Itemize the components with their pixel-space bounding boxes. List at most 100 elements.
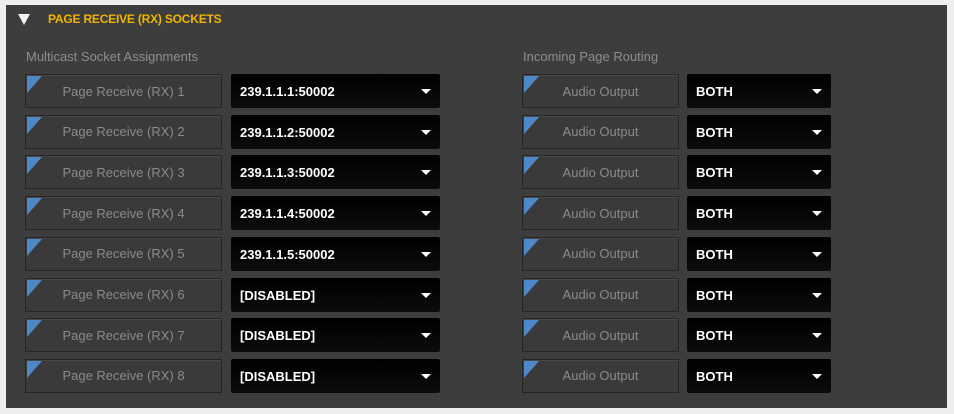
section-header[interactable]: PAGE RECEIVE (RX) SOCKETS (6, 5, 947, 33)
audio-output-label-text: Audio Output (562, 164, 639, 180)
chevron-down-icon[interactable] (812, 170, 822, 176)
routing-mode-select-value: BOTH (696, 124, 733, 140)
rx-socket-label: Page Receive (RX) 4 (25, 196, 222, 231)
corner-marker-icon (524, 76, 539, 93)
rx-socket-label-text: Page Receive (RX) 7 (62, 327, 185, 343)
audio-output-label: Audio Output (522, 114, 679, 149)
chevron-down-icon[interactable] (421, 333, 431, 339)
chevron-down-icon[interactable] (812, 333, 822, 339)
section-title: PAGE RECEIVE (RX) SOCKETS (48, 12, 222, 26)
rx-socket-label: Page Receive (RX) 5 (25, 236, 222, 271)
routing-mode-select[interactable]: BOTH (687, 196, 831, 231)
chevron-down-icon[interactable] (812, 211, 822, 217)
multicast-address-select[interactable]: [DISABLED] (231, 277, 440, 312)
routing-mode-select-value: BOTH (696, 246, 733, 262)
multicast-section-label: Multicast Socket Assignments (26, 49, 198, 64)
corner-marker-icon (27, 116, 42, 134)
routing-mode-select-value: BOTH (696, 165, 733, 181)
chevron-down-icon[interactable] (812, 373, 822, 379)
audio-output-label: Audio Output (522, 155, 679, 190)
rx-socket-label-text: Page Receive (RX) 8 (62, 368, 185, 384)
multicast-address-select[interactable]: [DISABLED] (231, 318, 440, 353)
rx-socket-label-text: Page Receive (RX) 4 (62, 205, 185, 221)
multicast-address-select-value: 239.1.1.5:50002 (240, 246, 335, 262)
multicast-address-select-value: 239.1.1.1:50002 (240, 84, 335, 99)
audio-output-label-text: Audio Output (562, 368, 639, 384)
rx-socket-label-text: Page Receive (RX) 6 (62, 287, 185, 302)
audio-output-label-text: Audio Output (562, 83, 639, 99)
chevron-down-icon[interactable] (421, 129, 431, 135)
multicast-address-select-value: 239.1.1.4:50002 (240, 206, 335, 222)
corner-marker-icon (27, 238, 42, 256)
routing-mode-select-value: BOTH (696, 287, 733, 303)
rx-socket-label-text: Page Receive (RX) 5 (62, 246, 185, 262)
routing-mode-select[interactable]: BOTH (687, 277, 831, 312)
audio-output-label-text: Audio Output (562, 124, 639, 140)
rx-socket-label: Page Receive (RX) 1 (25, 74, 222, 108)
routing-mode-select[interactable]: BOTH (687, 74, 831, 108)
routing-mode-select[interactable]: BOTH (687, 155, 831, 190)
audio-output-label-text: Audio Output (562, 205, 639, 221)
multicast-address-select-value: 239.1.1.2:50002 (240, 124, 335, 140)
corner-marker-icon (524, 279, 539, 297)
routing-mode-select[interactable]: BOTH (687, 358, 831, 393)
routing-mode-select[interactable]: BOTH (687, 318, 831, 353)
multicast-address-select[interactable]: 239.1.1.4:50002 (231, 196, 440, 231)
chevron-down-icon[interactable] (421, 251, 431, 257)
audio-output-label-text: Audio Output (562, 287, 639, 302)
chevron-down-icon[interactable] (812, 251, 822, 257)
multicast-address-select[interactable]: [DISABLED] (231, 358, 440, 393)
multicast-address-select[interactable]: 239.1.1.5:50002 (231, 236, 440, 271)
chevron-down-icon[interactable] (421, 211, 431, 217)
chevron-down-icon[interactable] (421, 292, 431, 298)
collapse-triangle-icon[interactable] (18, 14, 30, 25)
corner-marker-icon (27, 279, 42, 297)
rx-socket-label: Page Receive (RX) 6 (25, 277, 222, 312)
chevron-down-icon[interactable] (421, 89, 431, 94)
corner-marker-icon (27, 76, 42, 93)
corner-marker-icon (524, 198, 539, 216)
chevron-down-icon[interactable] (812, 292, 822, 298)
routing-mode-select-value: BOTH (696, 328, 733, 344)
chevron-down-icon[interactable] (421, 170, 431, 176)
rx-socket-label-text: Page Receive (RX) 2 (62, 124, 185, 140)
routing-mode-select[interactable]: BOTH (687, 114, 831, 149)
chevron-down-icon[interactable] (812, 89, 822, 94)
chevron-down-icon[interactable] (421, 373, 431, 379)
rx-socket-label-text: Page Receive (RX) 3 (62, 164, 185, 180)
corner-marker-icon (27, 320, 42, 338)
routing-mode-select-value: BOTH (696, 368, 733, 384)
corner-marker-icon (524, 238, 539, 256)
corner-marker-icon (524, 116, 539, 134)
multicast-address-select[interactable]: 239.1.1.2:50002 (231, 114, 440, 149)
audio-output-label-text: Audio Output (562, 327, 639, 343)
routing-section-label: Incoming Page Routing (523, 49, 659, 64)
multicast-address-select-value: [DISABLED] (240, 287, 316, 303)
audio-output-label-text: Audio Output (562, 246, 639, 262)
multicast-address-select-value: [DISABLED] (240, 328, 316, 344)
corner-marker-icon (27, 360, 42, 378)
audio-output-label: Audio Output (522, 358, 679, 393)
routing-mode-select-value: BOTH (696, 84, 733, 99)
rx-socket-label: Page Receive (RX) 3 (25, 155, 222, 190)
audio-output-label: Audio Output (522, 318, 679, 353)
chevron-down-icon[interactable] (812, 129, 822, 135)
corner-marker-icon (27, 198, 42, 216)
routing-mode-select[interactable]: BOTH (687, 236, 831, 271)
rx-socket-label: Page Receive (RX) 7 (25, 318, 222, 353)
corner-marker-icon (524, 360, 539, 378)
corner-marker-icon (524, 320, 539, 338)
multicast-address-select[interactable]: 239.1.1.3:50002 (231, 155, 440, 190)
routing-mode-select-value: BOTH (696, 206, 733, 222)
multicast-address-select-value: [DISABLED] (240, 368, 316, 384)
corner-marker-icon (524, 157, 539, 175)
corner-marker-icon (27, 157, 42, 175)
page-receive-sockets-panel: PAGE RECEIVE (RX) SOCKETS Multicast Sock… (6, 5, 947, 408)
multicast-address-select[interactable]: 239.1.1.1:50002 (231, 74, 440, 108)
rx-socket-label: Page Receive (RX) 2 (25, 114, 222, 149)
audio-output-label: Audio Output (522, 277, 679, 312)
audio-output-label: Audio Output (522, 236, 679, 271)
rx-socket-label-text: Page Receive (RX) 1 (62, 83, 185, 99)
rx-socket-label: Page Receive (RX) 8 (25, 358, 222, 393)
multicast-address-select-value: 239.1.1.3:50002 (240, 165, 335, 181)
